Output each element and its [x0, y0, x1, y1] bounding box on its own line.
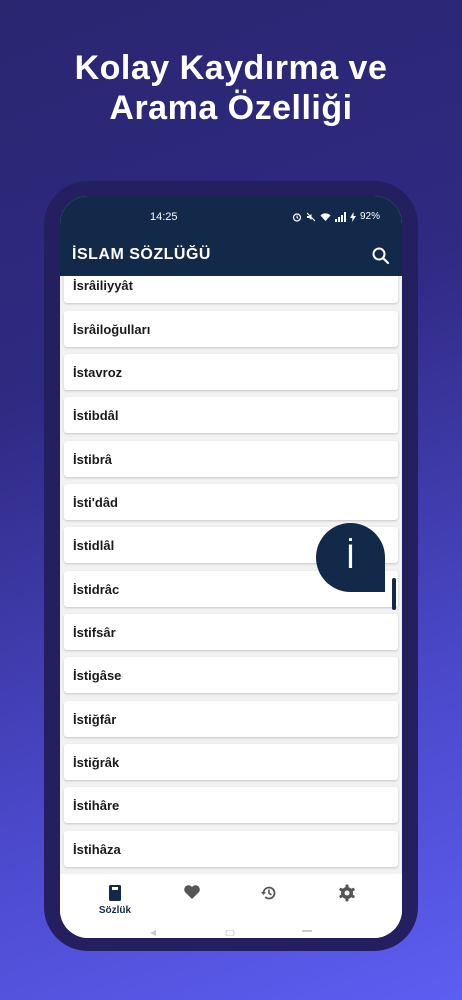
nav-label-sozluk: Sözlük: [98, 905, 132, 916]
list-item[interactable]: İsrâiliyyât: [64, 276, 398, 303]
list-item[interactable]: İstibrâ: [64, 441, 398, 477]
status-time: 14:25: [150, 211, 178, 223]
list-item[interactable]: İstihâza: [64, 831, 398, 867]
app-bar: İSLAM SÖZLÜĞÜ: [60, 236, 402, 276]
list-item[interactable]: İstiğrâk: [64, 744, 398, 780]
search-icon[interactable]: [370, 245, 392, 267]
fast-scroll-thumb[interactable]: [392, 578, 396, 610]
book-icon: [109, 885, 121, 901]
list-item[interactable]: İsrâiloğulları: [64, 311, 398, 347]
list-item[interactable]: İstiğfâr: [64, 701, 398, 737]
battery-percent: 92%: [359, 211, 380, 222]
list-item[interactable]: İstihâre: [64, 787, 398, 823]
history-icon: [261, 886, 276, 900]
signal-icon: [334, 211, 346, 222]
status-icons: 92%: [292, 211, 380, 222]
status-bar: 14:25 92%: [60, 196, 402, 236]
system-navigation-bar: [150, 930, 312, 936]
nav-item-settings[interactable]: [317, 884, 377, 924]
nav-item-history[interactable]: [239, 884, 299, 924]
mute-icon: [306, 212, 316, 221]
list-item[interactable]: İstigâse: [64, 657, 398, 693]
charging-icon: [349, 211, 356, 222]
nav-item-favorites[interactable]: [162, 884, 222, 924]
term-list[interactable]: İsrâiliyyât İsrâiloğulları İstavroz İsti…: [60, 276, 402, 874]
alarm-icon: [292, 212, 302, 222]
list-item[interactable]: İstavroz: [64, 354, 398, 390]
app-title: İSLAM SÖZLÜĞÜ: [72, 246, 211, 263]
promo-headline-line2: Arama Özelliği: [109, 89, 353, 127]
phone-screen: 14:25 92% İSLAM SÖZLÜĞÜ İsrâiliyyât İsrâ…: [60, 196, 402, 938]
promo-headline: Kolay Kaydırma ve Arama Özelliği: [0, 48, 462, 128]
list-item[interactable]: İstifsâr: [64, 614, 398, 650]
nav-item-sozluk[interactable]: Sözlük: [85, 884, 145, 924]
settings-icon: [339, 884, 355, 902]
wifi-icon: [320, 212, 331, 221]
heart-icon: [184, 885, 200, 899]
bottom-navigation: Sözlük: [60, 874, 402, 938]
promo-headline-line1: Kolay Kaydırma ve: [74, 49, 388, 87]
phone-frame: 14:25 92% İSLAM SÖZLÜĞÜ İsrâiliyyât İsrâ…: [44, 181, 418, 951]
list-item[interactable]: İsti'dâd: [64, 484, 398, 520]
list-item[interactable]: İstibdâl: [64, 397, 398, 433]
fast-scroll-letter-bubble: İ: [316, 523, 385, 592]
